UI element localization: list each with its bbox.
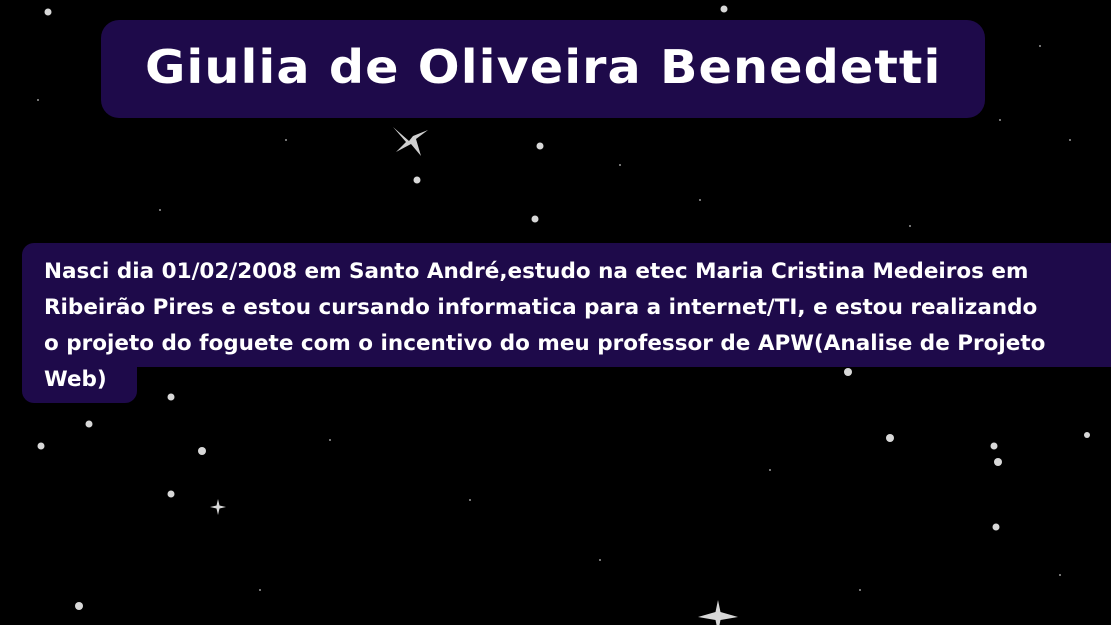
star-dot (37, 442, 45, 450)
title-banner: Giulia de Oliveira Benedetti (101, 20, 985, 118)
star-dot (994, 458, 1002, 466)
bio-paragraph: Nasci dia 01/02/2008 em Santo André,estu… (44, 254, 1111, 398)
starfield-page: Giulia de Oliveira Benedetti Nasci dia 0… (0, 0, 1111, 625)
star-dot (198, 447, 206, 455)
star-dot (85, 420, 93, 428)
star-dot (886, 434, 894, 442)
bio-line: Web) (44, 367, 107, 392)
star-dot (992, 523, 1000, 531)
sparkle-star (698, 600, 738, 625)
sparkle-star (210, 499, 226, 515)
star-dot (536, 142, 544, 150)
star-dot (167, 490, 175, 498)
bio-line: Ribeirão Pires e estou cursando informat… (44, 295, 1038, 320)
star-dot (75, 602, 83, 610)
page-title: Giulia de Oliveira Benedetti (144, 40, 942, 94)
star-dot (44, 8, 52, 16)
star-dot (990, 442, 998, 450)
star-dot (531, 215, 539, 223)
star-dot (720, 5, 728, 13)
star-dot (1084, 432, 1090, 438)
sparkle-star (393, 127, 428, 156)
bio-line: Nasci dia 01/02/2008 em Santo André,estu… (44, 259, 1029, 284)
bio-line: o projeto do foguete com o incentivo do … (44, 331, 1046, 356)
star-dot (413, 176, 421, 184)
